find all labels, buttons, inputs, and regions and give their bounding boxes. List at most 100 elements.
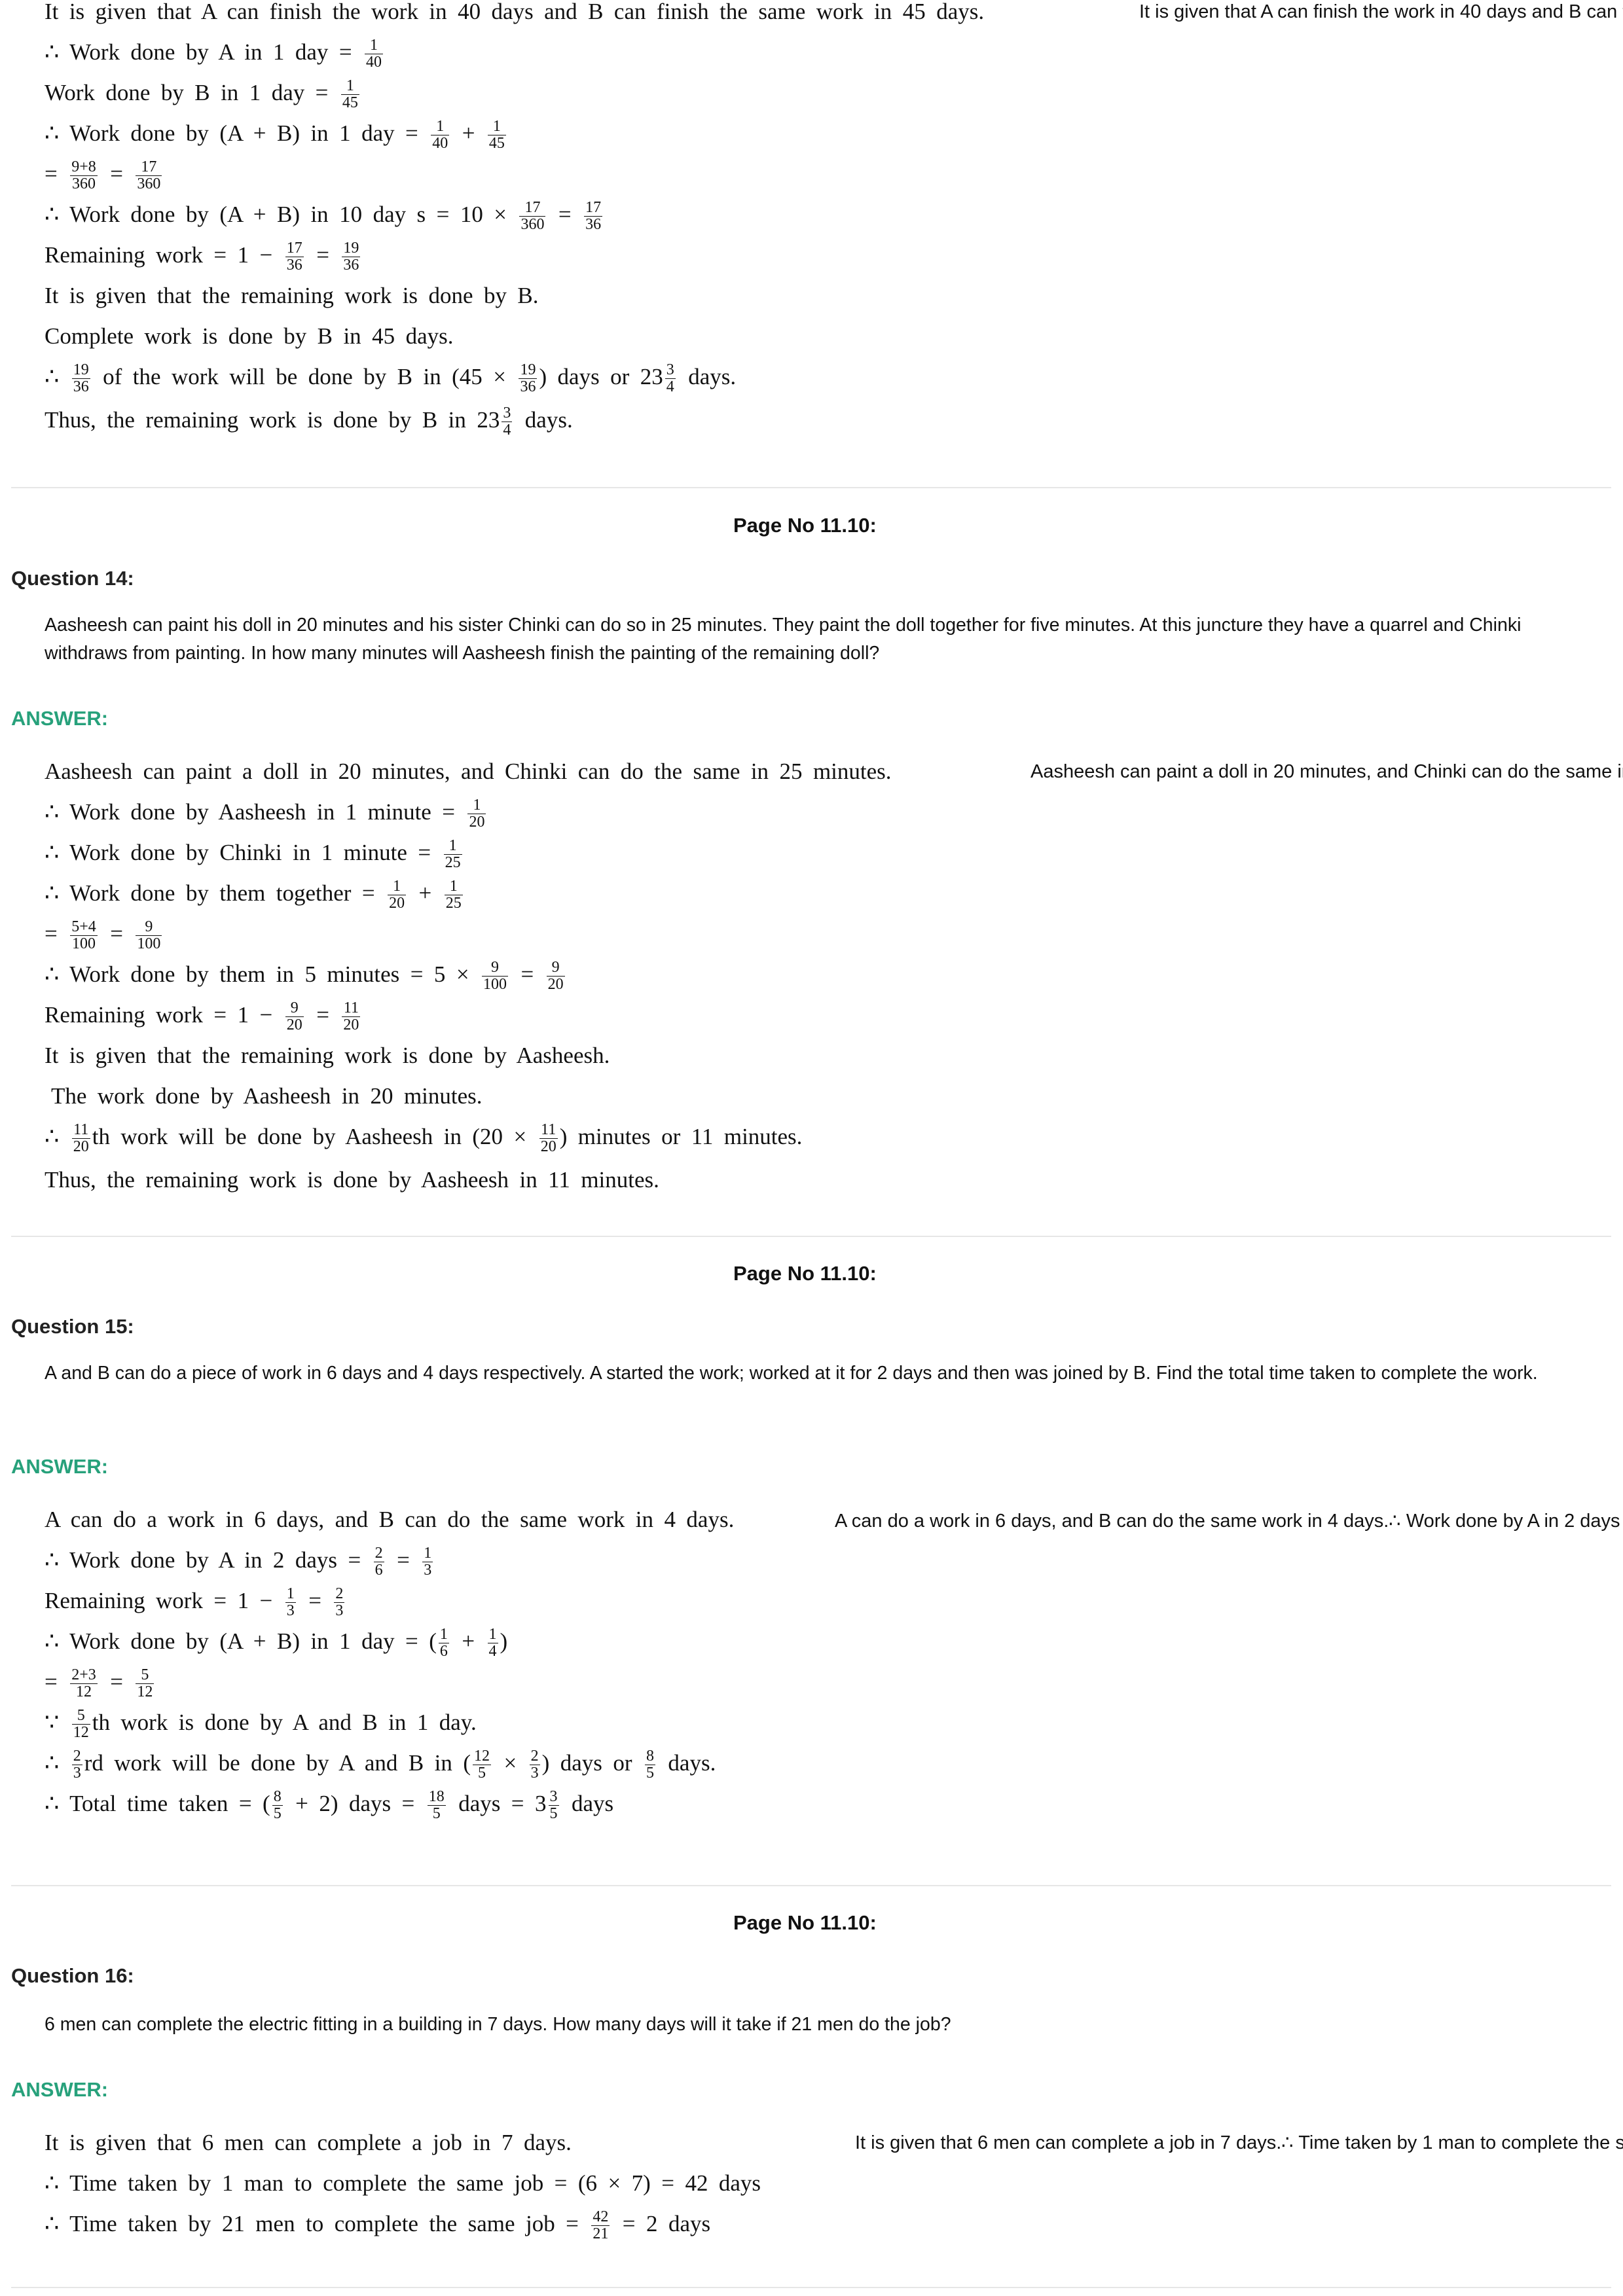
page-number: Page No 11.10: [733,514,877,537]
q13-line-10: ∴ 19 36 of the work will be done by B in … [45,361,737,396]
q13-line-1: It is given that A can finish the work i… [45,0,985,24]
q15-line-8: ∴ Total time taken = (8 5 + 2) days = 18 5… [45,1788,614,1823]
fraction: 11 20 [71,1121,90,1156]
fraction: 19 36 [342,240,361,274]
fraction: 9+8 360 [70,158,98,193]
page-number: Page No 11.10: [733,1262,877,1285]
fraction: 9 100 [136,918,162,953]
question-text: 6 men can complete the electric fitting … [45,2014,951,2035]
q14-line-1: Aasheesh can paint a doll in 20 minutes,… [45,759,892,784]
q14-line-8: It is given that the remaining work is d… [45,1043,610,1068]
q14-line-5: = 5+4 100 = 9 100 [45,918,162,953]
q13-line-3: Work done by B in 1 day = 1 45 [45,77,359,112]
fraction: 125 [473,1748,491,1782]
q13-line-11: Thus, the remaining work is done by B in… [45,404,573,439]
q16-solution: It is given that 6 men can complete a jo… [45,2123,761,2244]
fraction: 125 [444,878,463,912]
fraction: 1 20 [388,878,407,912]
q15-solution: A can do a work in 6 days, and B can do … [45,1499,734,1824]
fraction: 9 20 [285,999,304,1034]
q13-line-4: ∴ Work done by (A + B) in 1 day = 1 40 + … [45,118,506,152]
q14-side-text: Aasheesh can paint a doll in 20 minutes,… [1030,761,1623,782]
q14-line-4: ∴ Work done by them together = 1 20 + 1 25 [45,878,463,912]
answer-label: ANSWER: [11,707,109,730]
fraction: 16 [438,1626,449,1660]
q13-line-5: = 9+8 360 = 17 360 [45,158,162,193]
fraction: 23 [71,1748,82,1782]
fraction: 85 [272,1788,283,1823]
q15-line-5: = 2+3 12 = 5 12 [45,1666,155,1701]
fraction: 2+3 12 [70,1666,98,1701]
fraction: 1 20 [467,797,486,831]
fraction: 14 [487,1626,498,1660]
fraction: 26 [373,1545,384,1579]
fraction: 18 5 [427,1788,446,1823]
fraction: 11 20 [342,999,361,1034]
q16-line-2: ∴ Time taken by 1 man to complete the sa… [45,2170,761,2196]
q14-line-3: ∴ Work done by Chinki in 1 minute = 1 25 [45,837,462,872]
divider [11,1236,1611,1237]
fraction: 34 [501,404,513,439]
fraction: 9 100 [482,959,509,994]
q15-line-4: ∴ Work done by (A + B) in 1 day = (1 6 + … [45,1626,508,1660]
q13-solution: It is given that A can finish the work i… [45,0,984,443]
fraction: 11 20 [539,1121,558,1156]
q15-line-6: ∵ 5 12th work is done by A and B in 1 day… [45,1707,477,1742]
q13-line-7: Remaining work = 1 − 17 36 = 19 36 [45,240,361,274]
fraction: 17 360 [136,158,162,193]
question-text: A and B can do a piece of work in 6 days… [45,1363,1538,1384]
fraction: 17 360 [519,199,546,234]
answer-label: ANSWER: [11,1455,109,1478]
fraction: 17 36 [285,240,304,274]
fraction: 1 40 [365,37,384,71]
divider [11,487,1611,488]
q14-line-10: ∴ 11 20th work will be done by Aasheesh i… [45,1121,803,1156]
q13-line-2: ∴ Work done by A in 1 day = 1 40 [45,37,384,71]
q16-side-text: It is given that 6 men can complete a jo… [855,2132,1623,2153]
q14-line-7: Remaining work = 1 − 9 20 = 11 20 [45,999,361,1034]
q15-line-2: ∴ Work done by A in 2 days = 26 = 13 [45,1545,433,1579]
q16-line-3: ∴ Time taken by 21 men to complete the s… [45,2208,711,2243]
question-label: Question 16: [11,1964,134,1987]
divider [11,1885,1611,1886]
fraction: 5+4 100 [70,918,98,953]
q15-line-7: ∴ 2 3rd work will be done by A and B in (… [45,1748,716,1782]
question-label: Question 15: [11,1315,134,1338]
q13-side-text: It is given that A can finish the work i… [1139,1,1623,22]
q15-line-3: Remaining work = 1 − 13 = 23 [45,1585,345,1620]
question-text: Aasheesh can paint his doll in 20 minute… [45,615,1522,664]
q13-line-9: Complete work is done by B in 45 days. [45,323,454,349]
q14-solution: Aasheesh can paint a doll in 20 minutes,… [45,751,892,1200]
fraction: 5 12 [71,1707,90,1742]
q15-line-1: A can do a work in 6 days, and B can do … [45,1507,735,1532]
divider [11,2287,1611,2288]
page-number: Page No 11.10: [733,1911,877,1934]
fraction: 35 [548,1788,559,1823]
q14-line-2: ∴ Work done by Aasheesh in 1 minute = 12… [45,797,486,831]
q14-line-6: ∴ Work done by them in 5 minutes = 5 × 9… [45,959,565,994]
fraction: 42 21 [591,2208,610,2243]
fraction: 9 20 [546,959,565,994]
fraction: 1 45 [487,118,506,152]
fraction: 34 [665,361,676,396]
question-label: Question 14: [11,567,134,590]
fraction: 5 12 [136,1666,155,1701]
fraction: 1 45 [340,77,359,112]
fraction: 23 [334,1585,345,1620]
fraction: 23 [529,1748,540,1782]
q13-line-6: ∴ Work done by (A + B) in 10 day s = 10 … [45,199,603,234]
q14-line-11: Thus, the remaining work is done by Aash… [45,1167,659,1193]
fraction: 19 36 [71,361,90,396]
fraction: 19 36 [519,361,538,396]
q15-side-text: A can do a work in 6 days, and B can do … [835,1511,1620,1532]
fraction: 17 36 [584,199,603,234]
fraction: 85 [644,1748,655,1782]
q16-line-1: It is given that 6 men can complete a jo… [45,2130,572,2155]
q14-line-9: The work done by Aasheesh in 20 minutes. [51,1083,483,1109]
q13-line-8: It is given that the remaining work is d… [45,283,539,308]
fraction: 13 [285,1585,296,1620]
fraction: 125 [443,837,462,872]
fraction: 1 40 [431,118,450,152]
fraction: 13 [422,1545,433,1579]
answer-label: ANSWER: [11,2078,109,2101]
